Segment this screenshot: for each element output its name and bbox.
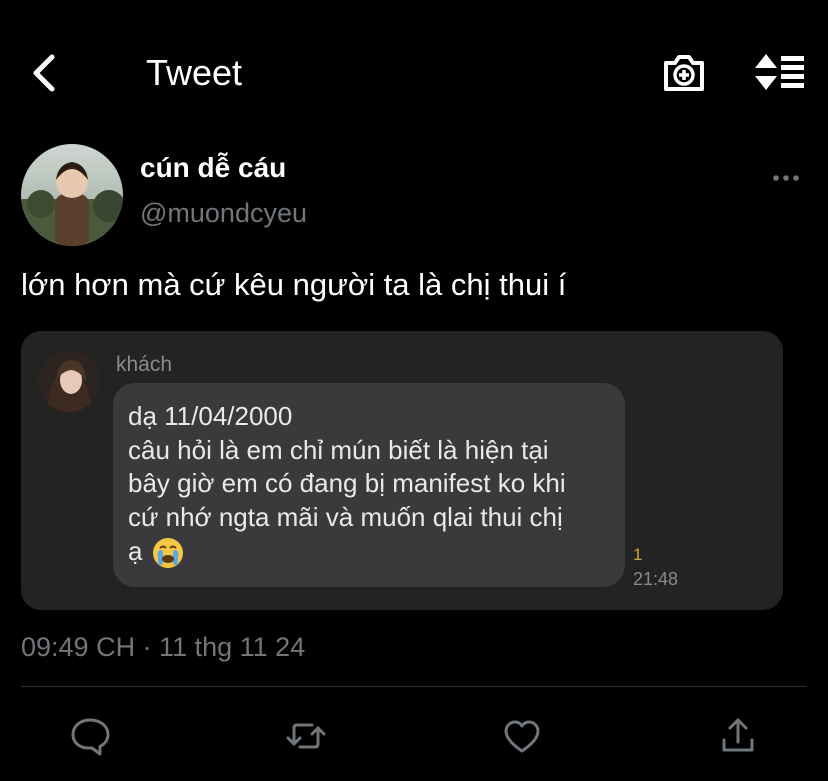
camera-plus-icon (664, 55, 704, 91)
message-line: bây giờ em có đang bị manifest ko khi (128, 468, 566, 498)
message-time: 21:48 (633, 569, 679, 589)
share-icon (722, 718, 754, 752)
tweet-timestamp[interactable]: 09:49 CH · 11 thg 11 24 (21, 630, 305, 664)
more-options-button[interactable] (770, 168, 802, 188)
read-count: 1 (633, 545, 643, 564)
tweet-media[interactable]: khách dạ 11/04/2000 câu hỏi là em chỉ mú… (21, 331, 783, 610)
message-bubble: dạ 11/04/2000 câu hỏi là em chỉ mún biết… (113, 383, 625, 587)
message-line: dạ 11/04/2000 (128, 401, 293, 431)
back-icon (33, 54, 55, 92)
message-line: ạ (128, 536, 143, 566)
share-button[interactable] (716, 714, 760, 758)
author-name[interactable]: cún dễ cáu (140, 151, 286, 185)
message-line: cứ nhớ ngta mãi và muốn qlai thui chị (128, 502, 563, 532)
reply-button[interactable] (68, 714, 112, 758)
like-icon (504, 720, 540, 753)
like-button[interactable] (500, 714, 544, 758)
message-line: câu hỏi là em chỉ mún biết là hiện tại (128, 435, 549, 465)
chat-sender-name: khách (116, 353, 173, 376)
sort-button[interactable] (752, 51, 806, 93)
retweet-icon (286, 723, 326, 749)
author-handle[interactable]: @muondcyeu (140, 196, 307, 230)
chat-avatar (38, 350, 100, 412)
sort-icon (755, 54, 804, 90)
tweet-text: lớn hơn mà cứ kêu người ta là chị thui í (21, 267, 567, 302)
page-title: Tweet (146, 52, 243, 93)
crying-face-icon (153, 538, 183, 568)
reply-icon (71, 718, 110, 756)
more-icon (773, 175, 799, 181)
divider (21, 686, 807, 687)
back-button[interactable] (28, 52, 62, 94)
retweet-button[interactable] (284, 714, 328, 758)
author-avatar[interactable] (21, 144, 123, 246)
camera-button[interactable] (662, 51, 706, 93)
